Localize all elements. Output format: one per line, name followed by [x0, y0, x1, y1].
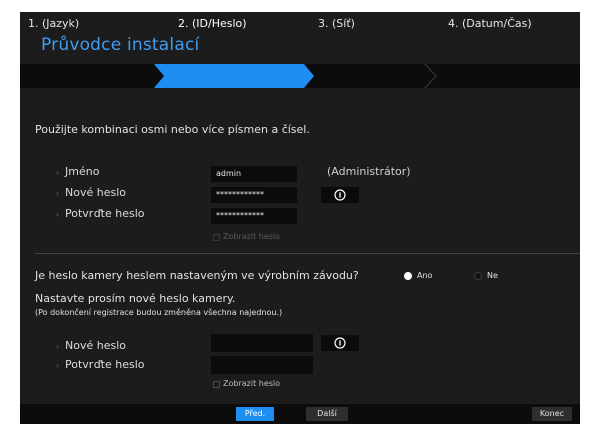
confirm-password-field[interactable]: ************ [211, 208, 297, 224]
section-divider [35, 253, 580, 254]
step-language[interactable]: 1. (Jazyk) [28, 12, 79, 36]
previous-button[interactable]: Před. [236, 407, 274, 421]
new-password-label: Nové heslo [65, 186, 126, 199]
radio-yes-label: Ano [417, 271, 433, 280]
active-step-highlight [154, 64, 314, 88]
info-icon [334, 337, 346, 349]
password-rule-hint: Použijte kombinaci osmi nebo více písmen… [35, 123, 310, 136]
camera-confirm-password-label: Potvrďte heslo [65, 358, 145, 371]
camera-password-info-button[interactable] [321, 335, 359, 351]
bullet-icon: › [56, 189, 60, 198]
camera-confirm-password-field[interactable] [211, 356, 313, 374]
step-separator-chevron [424, 64, 437, 88]
info-icon [334, 189, 346, 201]
radio-no[interactable] [474, 272, 482, 280]
radio-yes-selected[interactable] [404, 272, 412, 280]
bullet-icon: › [56, 210, 60, 219]
camera-new-password-field[interactable] [211, 334, 313, 352]
wizard-footer [20, 404, 580, 424]
new-password-field[interactable]: ************ [211, 187, 297, 203]
name-label: Jméno [65, 165, 100, 178]
show-password-label: Zobrazit heslo [223, 379, 281, 388]
set-new-password-instruction: Nastavte prosím nové heslo kamery. [35, 292, 236, 305]
camera-new-password-label: Nové heslo [65, 339, 126, 352]
setup-wizard-window: Průvodce instalací 1. (Jazyk) 2. (ID/Hes… [20, 12, 580, 424]
step-id-password[interactable]: 2. (ID/Heslo) [178, 12, 247, 36]
bullet-icon: › [56, 168, 60, 177]
bullet-icon: › [56, 342, 60, 351]
registration-note: (Po dokončení registrace budou změněna v… [35, 308, 283, 317]
show-password-checkbox[interactable] [213, 381, 220, 388]
password-info-button[interactable] [321, 187, 359, 203]
name-field[interactable]: admin [211, 166, 297, 182]
factory-password-question: Je heslo kamery heslem nastaveným ve výr… [35, 269, 359, 282]
bullet-icon: › [56, 361, 60, 370]
wizard-title: Průvodce instalací [41, 35, 200, 55]
step-date-time[interactable]: 4. (Datum/Čas) [448, 12, 532, 36]
name-note: (Administrátor) [327, 165, 411, 178]
show-password-checkbox-disabled [213, 234, 220, 241]
confirm-password-label: Potvrďte heslo [65, 207, 145, 220]
show-password-label-disabled: Zobrazit heslo [223, 232, 281, 241]
radio-no-label: Ne [487, 271, 498, 280]
finish-button[interactable]: Konec [532, 407, 572, 421]
step-network[interactable]: 3. (Síť) [318, 12, 355, 36]
next-button[interactable]: Další [306, 407, 348, 421]
